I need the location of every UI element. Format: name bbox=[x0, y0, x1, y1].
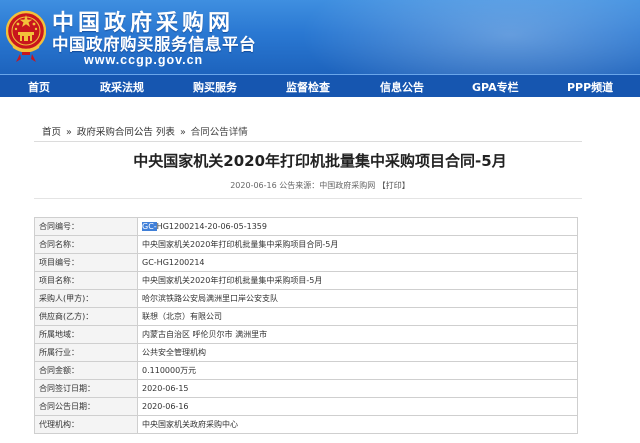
nav-home[interactable]: 首页 bbox=[28, 79, 50, 95]
breadcrumb-current: 合同公告详情 bbox=[190, 127, 248, 138]
row-value: GC-HG1200214 bbox=[137, 253, 578, 272]
row-key: 项目名称： bbox=[34, 271, 138, 290]
row-key: 采购人(甲方)： bbox=[34, 289, 138, 308]
row-value: 2020-06-15 bbox=[137, 379, 578, 398]
table-row: 所属地域： 内蒙古自治区 呼伦贝尔市 满洲里市 bbox=[34, 325, 578, 344]
breadcrumb-separator: » bbox=[179, 127, 186, 138]
breadcrumb-separator: » bbox=[66, 127, 72, 138]
row-key: 合同编号： bbox=[34, 217, 138, 236]
row-key: 所属地域： bbox=[34, 325, 138, 344]
article-meta: 2020-06-16 公告来源：中国政府采购网 【打印】 bbox=[0, 180, 640, 191]
nav-regulations[interactable]: 政采法规 bbox=[100, 79, 144, 95]
table-row: 采购人(甲方)： 哈尔滨铁路公安局满洲里口岸公安支队 bbox=[34, 289, 578, 308]
breadcrumb-divider bbox=[34, 141, 582, 142]
nav-purchase-services[interactable]: 购买服务 bbox=[193, 79, 237, 95]
row-key: 项目编号： bbox=[34, 253, 138, 272]
site-subtitle: 中国政府购买服务信息平台 bbox=[52, 35, 256, 54]
table-row: 项目名称： 中央国家机关2020年打印机批量集中采购项目-5月 bbox=[34, 271, 578, 290]
row-value: 中央国家机关2020年打印机批量集中采购项目-5月 bbox=[137, 271, 578, 290]
table-row: 合同签订日期： 2020-06-15 bbox=[34, 379, 578, 398]
site-header: 中国政府采购网 中国政府购买服务信息平台 www.ccgp.gov.cn bbox=[0, 0, 640, 74]
row-key: 供应商(乙方)： bbox=[34, 307, 138, 326]
banner-glow bbox=[300, 0, 640, 74]
row-value: 哈尔滨铁路公安局满洲里口岸公安支队 bbox=[137, 289, 578, 308]
nav-gpa[interactable]: GPA专栏 bbox=[472, 79, 519, 95]
nav-supervision[interactable]: 监督检查 bbox=[286, 79, 330, 95]
print-link[interactable]: 【打印】 bbox=[378, 181, 410, 190]
breadcrumb-home[interactable]: 首页 bbox=[42, 127, 61, 138]
row-value: 0.110000万元 bbox=[137, 361, 578, 380]
row-value: 公共安全管理机构 bbox=[137, 343, 578, 362]
row-key: 合同名称： bbox=[34, 235, 138, 254]
row-key: 合同签订日期： bbox=[34, 379, 138, 398]
row-value: 联想（北京）有限公司 bbox=[137, 307, 578, 326]
nav-ppp[interactable]: PPP频道 bbox=[567, 79, 613, 95]
page-title: 中央国家机关2020年打印机批量集中采购项目合同-5月 bbox=[133, 152, 507, 170]
row-key: 合同公告日期： bbox=[34, 397, 138, 416]
main-nav: 首页 政采法规 购买服务 监督检查 信息公告 GPA专栏 PPP频道 bbox=[0, 74, 640, 97]
table-row: 项目编号： GC-HG1200214 bbox=[34, 253, 578, 272]
title-divider bbox=[34, 198, 582, 199]
contract-info-table: 合同编号： GC-HG1200214-20-06-05-1359 合同名称： 中… bbox=[34, 217, 578, 434]
publish-info: 2020-06-16 公告来源：中国政府采购网 bbox=[230, 181, 376, 190]
row-value: 2020-06-16 bbox=[137, 397, 578, 416]
site-url: www.ccgp.gov.cn bbox=[84, 53, 204, 67]
contract-number-value: GC-HG1200214-20-06-05-1359 bbox=[137, 217, 578, 236]
table-row: 所属行业： 公共安全管理机构 bbox=[34, 343, 578, 362]
national-emblem-icon[interactable] bbox=[6, 4, 46, 66]
row-value: 中央国家机关2020年打印机批量集中采购项目合同-5月 bbox=[137, 235, 578, 254]
breadcrumb: 首页 » 政府采购合同公告 列表 » 合同公告详情 bbox=[42, 124, 248, 138]
table-row: 供应商(乙方)： 联想（北京）有限公司 bbox=[34, 307, 578, 326]
row-key: 代理机构： bbox=[34, 415, 138, 434]
row-value: 中央国家机关政府采购中心 bbox=[137, 415, 578, 434]
row-key: 所属行业： bbox=[34, 343, 138, 362]
table-row: 合同编号： GC-HG1200214-20-06-05-1359 bbox=[34, 217, 578, 236]
nav-announcements[interactable]: 信息公告 bbox=[380, 79, 424, 95]
text-selection[interactable]: GC- bbox=[142, 222, 157, 231]
row-key: 合同金额： bbox=[34, 361, 138, 380]
contract-number-rest: HG1200214-20-06-05-1359 bbox=[156, 222, 267, 231]
table-row: 合同金额： 0.110000万元 bbox=[34, 361, 578, 380]
table-row: 合同公告日期： 2020-06-16 bbox=[34, 397, 578, 416]
table-row: 代理机构： 中央国家机关政府采购中心 bbox=[34, 415, 578, 434]
table-row: 合同名称： 中央国家机关2020年打印机批量集中采购项目合同-5月 bbox=[34, 235, 578, 254]
breadcrumb-contract-list[interactable]: 政府采购合同公告 列表 bbox=[77, 127, 175, 138]
row-value: 内蒙古自治区 呼伦贝尔市 满洲里市 bbox=[137, 325, 578, 344]
